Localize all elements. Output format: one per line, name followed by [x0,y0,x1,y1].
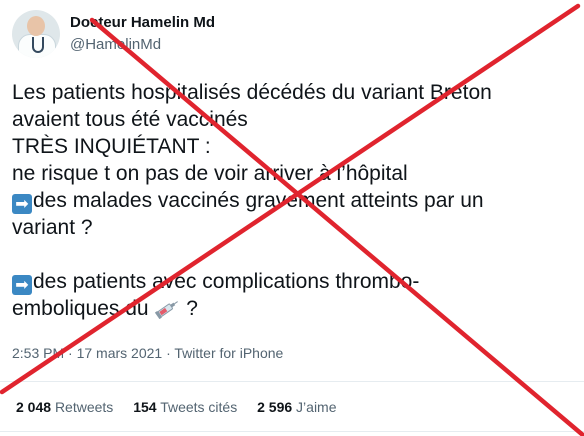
tweet-line: ➡ des malades vaccinés gravement atteints… [12,187,578,214]
tweet-line: Les patients hospitalisés décédés du var… [12,81,492,104]
stethoscope-icon [32,37,44,53]
right-arrow-emoji-icon: ➡ [12,194,32,214]
tweet-line: TRÈS INQUIÉTANT : [12,135,211,158]
avatar-face [27,16,45,36]
tweet-line: variant ? [12,216,93,239]
right-arrow-emoji-icon: ➡ [12,275,32,295]
tweet-timestamp[interactable]: 2:53 PM · 17 mars 2021 · Twitter for iPh… [12,345,283,361]
tweet-line: ne risque t on pas de voir arriver à l’h… [12,162,408,185]
author-handle[interactable]: @HamelinMd [70,36,161,53]
author-name[interactable]: Docteur Hamelin Md [70,14,215,31]
tweet-line: emboliques du ? [12,297,198,320]
tweet-line: ➡ des patients avec complications thrombo… [12,268,578,295]
syringe-emoji-icon [155,301,179,319]
engagement-stats: 2 048 Retweets 154 Tweets cités 2 596 J’… [16,399,353,415]
tweet-text: Les patients hospitalisés décédés du var… [12,79,578,322]
tweet-card: Docteur Hamelin Md @HamelinMd Les patien… [0,0,584,436]
retweets-stat[interactable]: 2 048 Retweets [16,399,113,415]
divider [0,381,584,382]
tweet-line: avaient tous été vaccinés [12,108,248,131]
quotes-stat[interactable]: 154 Tweets cités [133,399,237,415]
likes-stat[interactable]: 2 596 J’aime [257,399,336,415]
avatar[interactable] [12,10,60,58]
divider [0,431,584,432]
